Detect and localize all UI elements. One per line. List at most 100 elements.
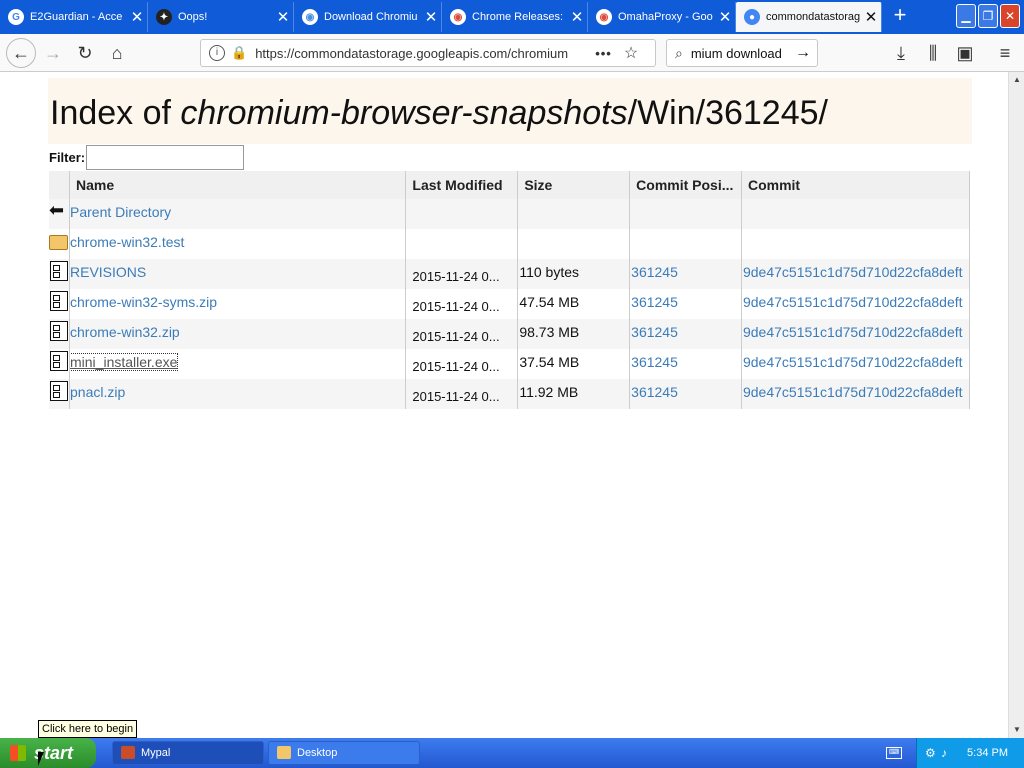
close-tab-icon[interactable]: ✕ [127,8,147,26]
taskbar-button-mypal[interactable]: Mypal [112,741,264,765]
file-link[interactable]: chrome-win32.zip [70,324,180,340]
size-cell [517,199,631,229]
commit-link[interactable]: 9de47c5151c1d75d710d22cfa8deft [743,354,963,370]
tab-e2guardian[interactable]: G E2Guardian - Acce ✕ [0,2,148,32]
column-last-modified[interactable]: Last Modified [405,171,519,199]
table-row: mini_installer.exe 2015-11-24 0... 37.54… [49,349,971,379]
table-header: Name Last Modified Size Commit Posi... C… [49,171,971,199]
file-link[interactable]: mini_installer.exe [69,353,179,371]
filter-row: Filter: [49,144,245,170]
network-icon[interactable]: ⚙ [925,738,936,768]
modified-cell: 2015-11-24 0... [405,289,519,319]
binary-file-icon [49,319,70,349]
commit-position-link[interactable]: 361245 [631,294,678,310]
keyboard-icon[interactable]: ⌨ [886,747,902,759]
downloads-icon[interactable]: ⤓ [888,40,914,66]
folder-icon [49,229,70,259]
mypal-icon [121,746,135,759]
start-tooltip: Click here to begin [38,720,138,738]
back-button[interactable]: ← [6,38,36,68]
filter-input[interactable] [86,144,245,170]
close-window-button[interactable]: ✕ [1000,4,1020,28]
commit-link[interactable]: 9de47c5151c1d75d710d22cfa8deft [743,384,963,400]
column-name[interactable]: Name [69,171,407,199]
search-input[interactable]: mium download [691,46,795,61]
close-tab-icon[interactable]: ✕ [273,8,293,26]
tab-omahaproxy[interactable]: ◉ OmahaProxy - Goo ✕ [588,2,736,32]
title-prefix: Index of [50,94,181,132]
commit-position-link[interactable]: 361245 [631,384,678,400]
tab-chrome-releases[interactable]: ◉ Chrome Releases: ✕ [442,2,588,32]
modified-cell: 2015-11-24 0... [405,259,519,289]
url-text[interactable]: https://commondatastorage.googleapis.com… [255,46,571,61]
size-cell: 110 bytes [517,259,631,289]
binary-file-icon [49,289,70,319]
sidebar-icon[interactable]: ▣ [952,40,978,66]
file-link[interactable]: chrome-win32-syms.zip [70,294,217,310]
restore-button[interactable]: ❐ [978,4,998,28]
home-button[interactable]: ⌂ [104,40,130,66]
vertical-scrollbar[interactable]: ▲ ▼ [1008,72,1024,738]
column-commit[interactable]: Commit [741,171,971,199]
lock-icon[interactable]: 🔒 [231,45,247,61]
menu-icon[interactable]: ≡ [992,40,1018,66]
page-actions-icon[interactable]: ••• [595,46,612,61]
modified-cell: 2015-11-24 0... [405,379,519,409]
new-tab-button[interactable]: + [888,4,912,28]
minimize-button[interactable]: ▁ [956,4,976,28]
start-button[interactable]: start [0,738,96,768]
tab-commondatastorage[interactable]: ● commondatastorag ✕ [736,2,882,32]
sparkle-icon: ✦ [156,9,172,25]
commit-link[interactable]: 9de47c5151c1d75d710d22cfa8deft [743,264,963,280]
library-icon[interactable]: ⫼ [920,40,946,66]
table-row: ⬅ Parent Directory [49,199,971,229]
commit-link[interactable]: 9de47c5151c1d75d710d22cfa8deft [743,324,963,340]
commit-position-link[interactable]: 361245 [631,324,678,340]
clock[interactable]: 5:34 PM [967,738,1008,768]
close-tab-icon[interactable]: ✕ [715,8,735,26]
reload-button[interactable]: ↻ [72,40,98,66]
taskbar-button-desktop[interactable]: Desktop [268,741,420,765]
scroll-down-arrow-icon[interactable]: ▼ [1009,722,1024,738]
windows-logo-icon [10,745,26,761]
binary-file-icon [49,349,70,379]
tab-bar: G E2Guardian - Acce ✕ ✦ Oops! ✕ ◉ Downlo… [0,0,1024,34]
table-row: chrome-win32.zip 2015-11-24 0... 98.73 M… [49,319,971,349]
column-commit-position[interactable]: Commit Posi... [629,171,742,199]
close-tab-icon[interactable]: ✕ [567,8,587,26]
chrome-icon: ◉ [596,9,612,25]
file-link[interactable]: REVISIONS [70,264,146,280]
taskbar-button-label: Desktop [297,747,338,759]
search-go-icon[interactable]: → [795,44,811,62]
close-tab-icon[interactable]: ✕ [421,8,441,26]
search-box[interactable]: ⌕ mium download → [666,39,818,67]
commit-position-link[interactable]: 361245 [631,264,678,280]
info-icon[interactable]: i [209,45,225,61]
tab-title: commondatastorag [766,11,861,23]
forward-button[interactable]: → [40,40,66,66]
url-bar[interactable]: i 🔒 https://commondatastorage.googleapis… [200,39,656,67]
nav-bar: ← → ↻ ⌂ i 🔒 https://commondatastorage.go… [0,34,1024,72]
close-tab-icon[interactable]: ✕ [861,8,881,26]
tab-download-chromium[interactable]: ◉ Download Chromiu ✕ [294,2,442,32]
commit-position-link[interactable]: 361245 [631,354,678,370]
page-title: Index of chromium-browser-snapshots/Win/… [48,78,972,144]
icon-column-header [49,171,70,199]
file-link[interactable]: chrome-win32.test [70,234,184,250]
binary-file-icon [49,259,70,289]
modified-cell [405,229,519,259]
file-link[interactable]: pnacl.zip [70,384,125,400]
google-g-icon: G [8,9,24,25]
mouse-cursor-icon [38,752,44,766]
column-size[interactable]: Size [517,171,631,199]
file-link[interactable]: Parent Directory [70,204,171,220]
tab-title: E2Guardian - Acce [30,11,123,23]
commit-link[interactable]: 9de47c5151c1d75d710d22cfa8deft [743,294,963,310]
volume-icon[interactable]: ♪ [941,738,947,768]
taskbar-button-label: Mypal [141,747,171,759]
file-table: Name Last Modified Size Commit Posi... C… [49,171,971,409]
tab-oops[interactable]: ✦ Oops! ✕ [148,2,294,32]
bookmark-star-icon[interactable]: ☆ [624,43,638,63]
modified-cell [405,199,519,229]
scroll-up-arrow-icon[interactable]: ▲ [1009,72,1024,88]
